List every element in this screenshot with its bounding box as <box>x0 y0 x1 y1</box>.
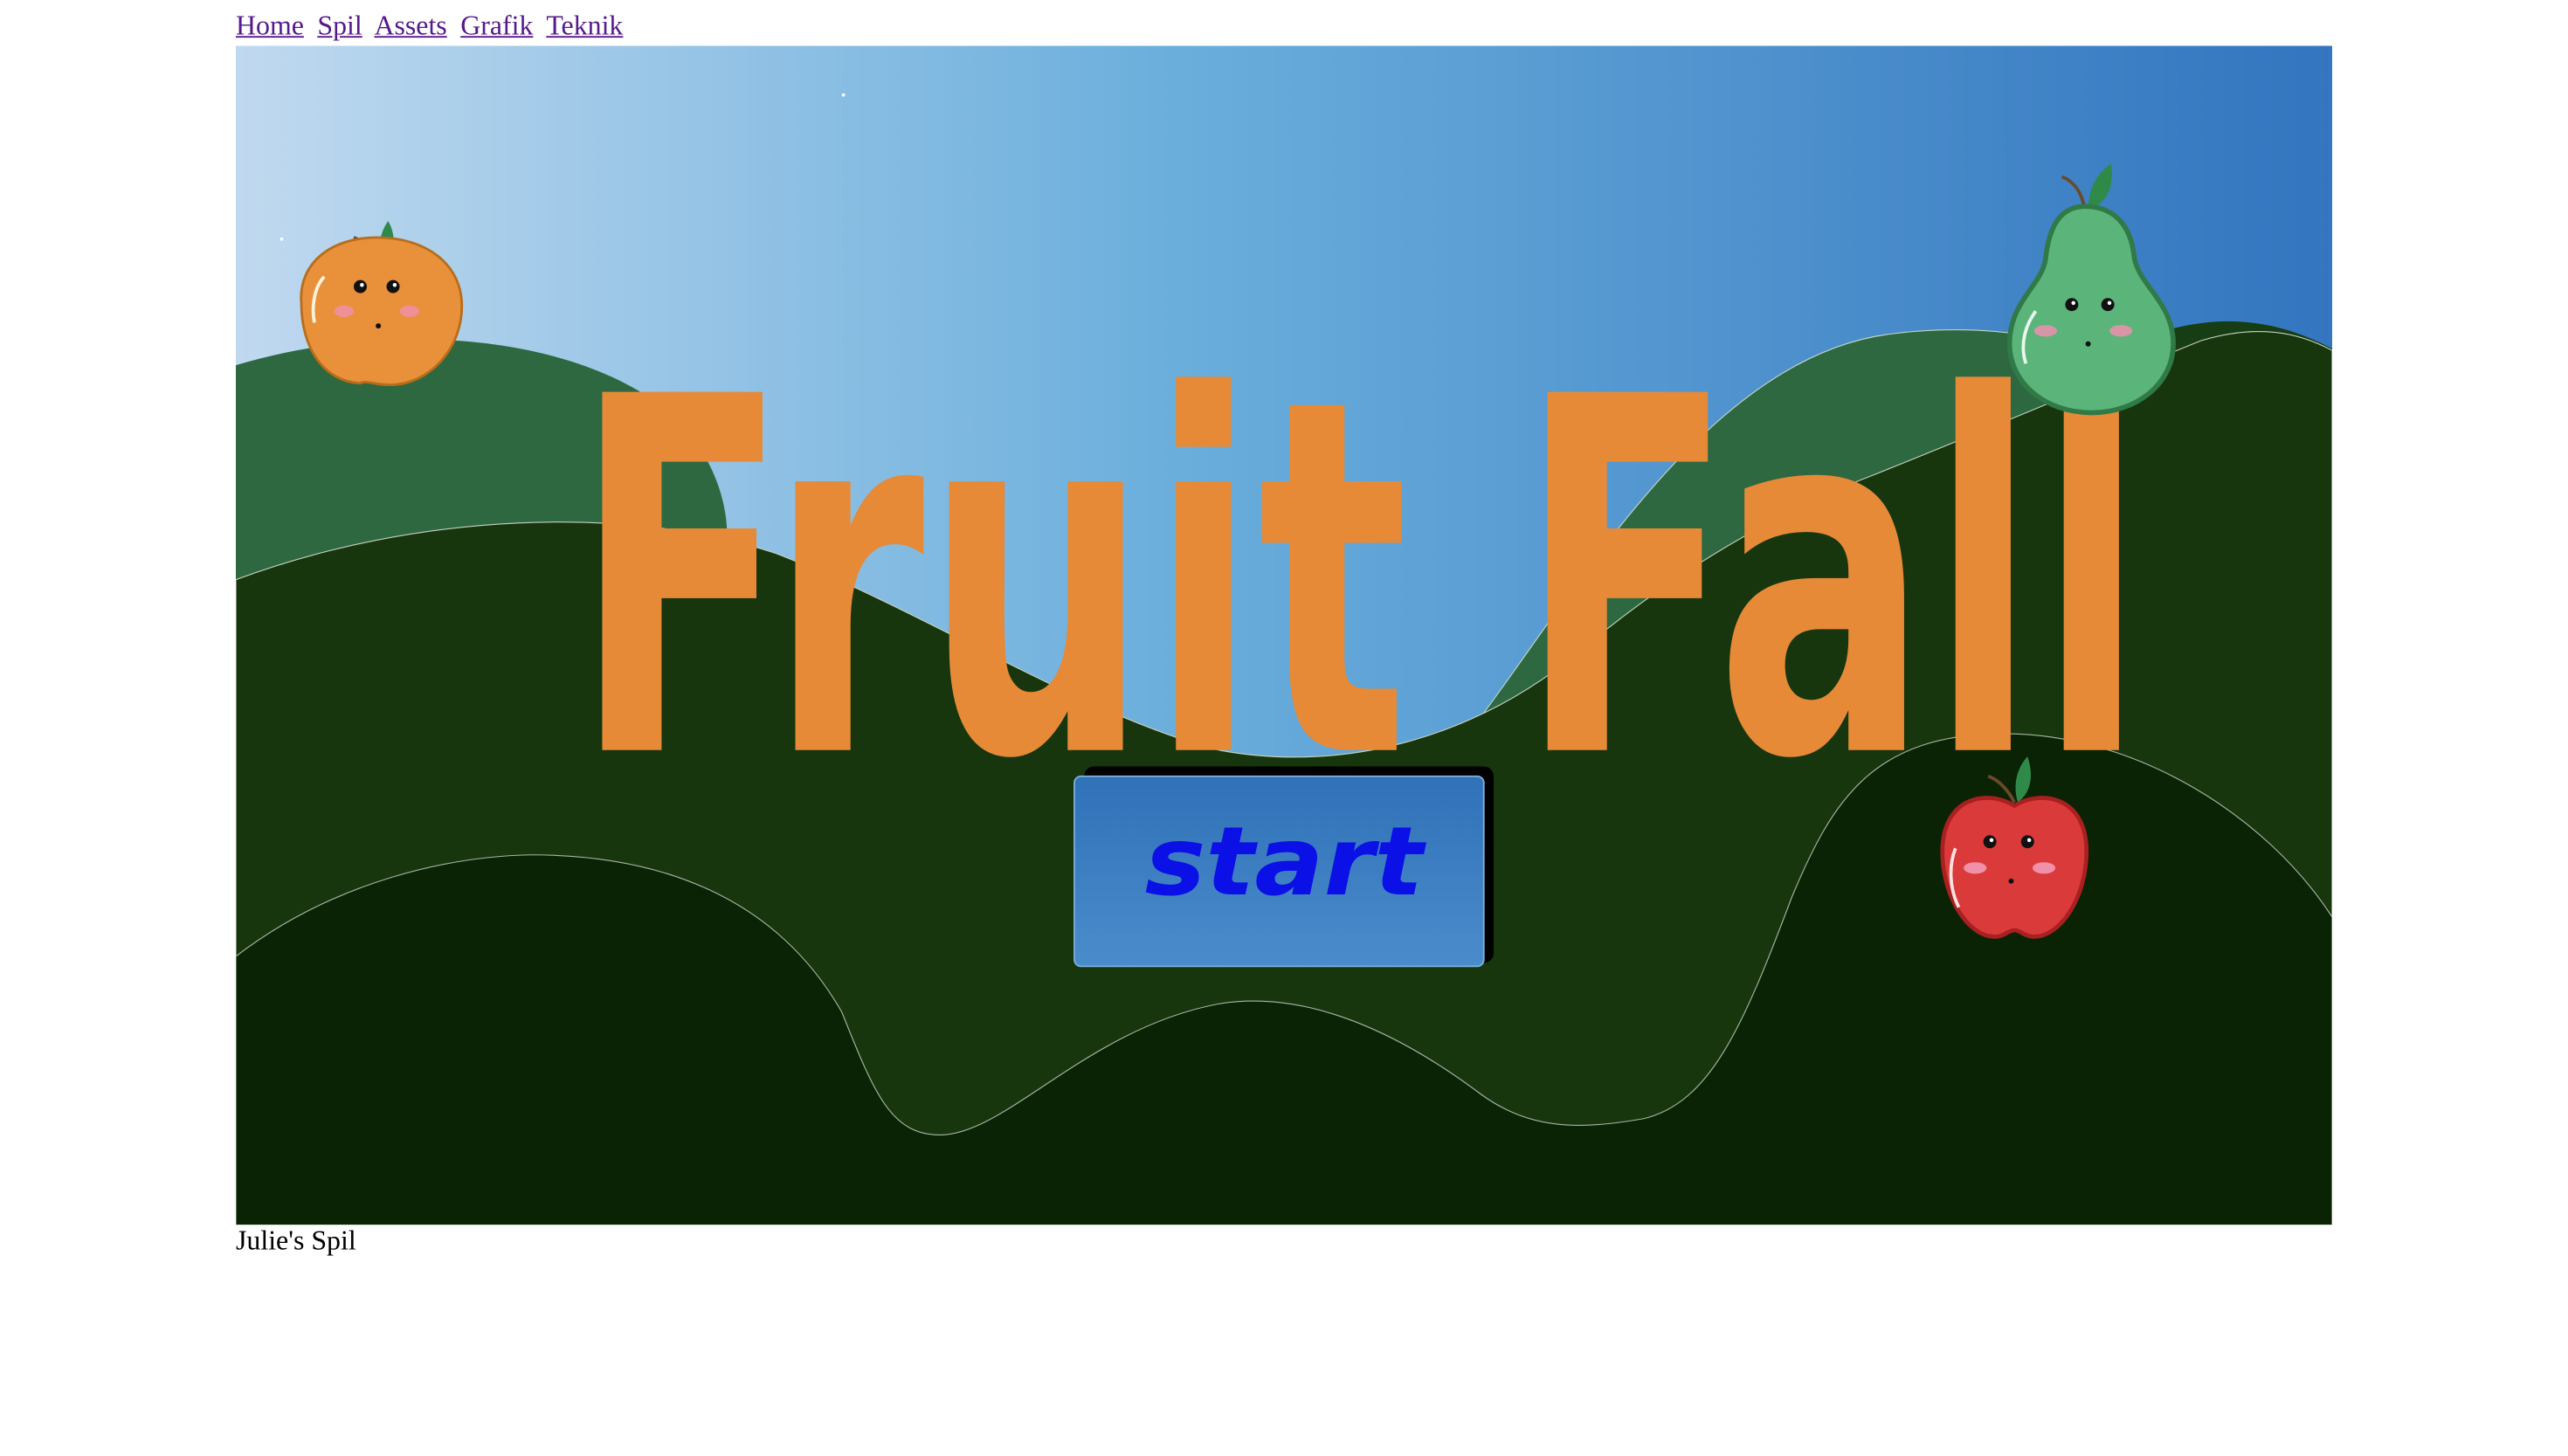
nav-link-home[interactable]: Home <box>236 10 304 41</box>
star <box>280 237 284 241</box>
nav-link-spil[interactable]: Spil <box>317 10 362 41</box>
nav-link-assets[interactable]: Assets <box>374 10 446 41</box>
page: Home Spil Assets Grafik Teknik Fruit Fal… <box>0 0 2568 1456</box>
top-nav: Home Spil Assets Grafik Teknik <box>236 10 630 43</box>
start-button[interactable]: start <box>1073 766 1494 968</box>
start-button-label: start <box>1145 806 1427 917</box>
footer-text: Julie's Spil <box>236 1225 356 1257</box>
star <box>841 93 846 97</box>
nav-link-teknik[interactable]: Teknik <box>546 10 623 41</box>
game-canvas[interactable]: Fruit Fall start <box>236 45 2332 1225</box>
nav-link-grafik[interactable]: Grafik <box>460 10 533 41</box>
